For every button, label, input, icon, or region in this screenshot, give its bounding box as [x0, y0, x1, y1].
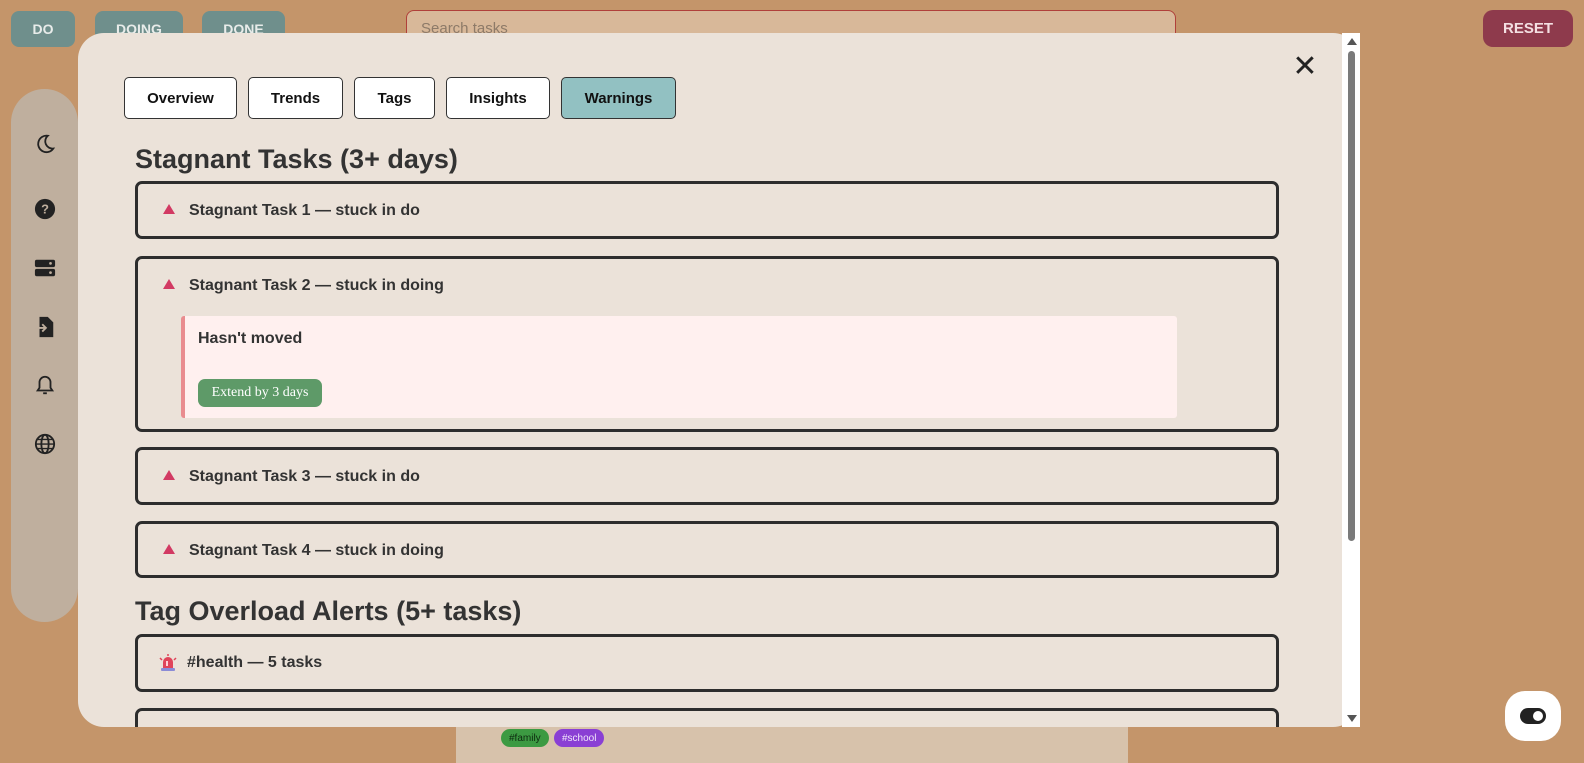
tab-trends[interactable]: Trends	[248, 77, 343, 119]
modal-scrollbar[interactable]	[1342, 33, 1360, 727]
stagnant-task-card[interactable]: Stagnant Task 2 — stuck in doing Hasn't …	[135, 256, 1279, 432]
import-icon[interactable]	[33, 315, 57, 339]
tab-insights[interactable]: Insights	[446, 77, 550, 119]
warning-triangle-icon	[163, 544, 175, 554]
close-icon[interactable]: ✕	[1291, 52, 1319, 82]
tag-overload-card[interactable]: #health — 5 tasks	[135, 634, 1279, 692]
column-do-button[interactable]: DO	[11, 11, 75, 47]
tag-overload-label: #health — 5 tasks	[187, 654, 323, 671]
stagnant-task-label: Stagnant Task 4 — stuck in doing	[189, 542, 444, 559]
reset-button[interactable]: RESET	[1483, 10, 1573, 47]
tag-overload-card[interactable]	[135, 708, 1279, 727]
stagnant-task-card[interactable]: Stagnant Task 4 — stuck in doing	[135, 521, 1279, 578]
tab-warnings[interactable]: Warnings	[561, 77, 676, 119]
insights-modal: ✕ Overview Trends Tags Insights Warnings…	[78, 33, 1359, 727]
warning-triangle-icon	[163, 204, 175, 214]
siren-icon	[159, 654, 177, 671]
stagnant-task-label: Stagnant Task 3 — stuck in do	[189, 468, 420, 485]
storage-icon[interactable]	[33, 256, 57, 280]
stagnant-task-card[interactable]: Stagnant Task 3 — stuck in do	[135, 447, 1279, 505]
scroll-down-arrow-icon[interactable]	[1347, 715, 1357, 722]
scroll-thumb[interactable]	[1348, 51, 1355, 541]
svg-text:?: ?	[41, 202, 49, 217]
toggle-icon	[1520, 708, 1546, 724]
tab-tags[interactable]: Tags	[354, 77, 435, 119]
globe-icon[interactable]	[33, 432, 57, 456]
stagnant-section-title: Stagnant Tasks (3+ days)	[135, 144, 458, 174]
moon-icon[interactable]	[33, 132, 57, 156]
tag-chip: #family	[501, 729, 549, 747]
tab-overview[interactable]: Overview	[124, 77, 237, 119]
help-icon[interactable]: ?	[33, 197, 57, 221]
warning-triangle-icon	[163, 279, 175, 289]
extend-deadline-button[interactable]: Extend by 3 days	[198, 379, 322, 407]
stagnant-detail-box: Hasn't moved Extend by 3 days	[181, 316, 1177, 418]
stagnant-task-label: Stagnant Task 1 — stuck in do	[189, 202, 420, 219]
stagnant-task-label: Stagnant Task 2 — stuck in doing	[189, 277, 444, 294]
overload-section-title: Tag Overload Alerts (5+ tasks)	[135, 596, 522, 626]
theme-toggle-button[interactable]	[1505, 691, 1561, 741]
scroll-up-arrow-icon[interactable]	[1347, 38, 1357, 45]
bell-icon[interactable]	[33, 373, 57, 397]
warning-triangle-icon	[163, 470, 175, 480]
stagnant-task-card[interactable]: Stagnant Task 1 — stuck in do	[135, 181, 1279, 239]
sidebar: ?	[11, 89, 78, 622]
tag-chip: #school	[554, 729, 605, 747]
stagnant-detail-text: Hasn't moved	[198, 330, 303, 347]
